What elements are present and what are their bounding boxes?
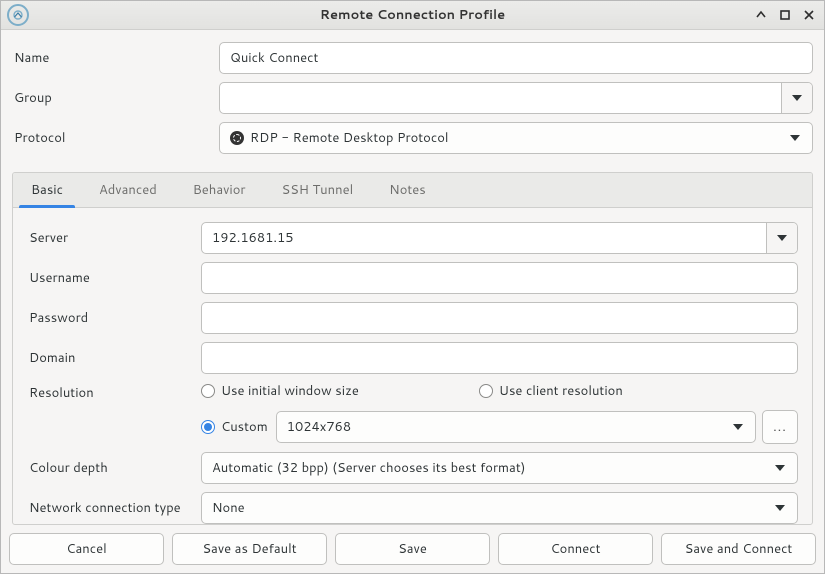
chevron-down-icon: [733, 424, 743, 430]
server-dropdown-button[interactable]: [766, 223, 797, 253]
radio-icon: [201, 420, 215, 434]
radio-custom[interactable]: Custom: [201, 418, 268, 436]
protocol-combo[interactable]: RDP - Remote Desktop Protocol: [219, 122, 813, 154]
save-default-button[interactable]: Save as Default: [172, 533, 327, 565]
window-title: Remote Connection Profile: [1, 6, 824, 24]
name-input[interactable]: [219, 42, 813, 74]
resolution-options: Use initial window size Use client resol…: [201, 382, 798, 444]
tabbar: Basic Advanced Behavior SSH Tunnel Notes: [13, 173, 812, 208]
password-input[interactable]: [201, 302, 798, 334]
colour-label: Colour depth: [27, 459, 201, 477]
name-label: Name: [12, 49, 219, 67]
content: Name Group Protocol RDP - Remote Desktop…: [1, 30, 824, 525]
username-label: Username: [27, 269, 201, 287]
save-button[interactable]: Save: [335, 533, 490, 565]
row-network: Network connection type None: [27, 492, 798, 524]
row-username: Username: [27, 262, 798, 294]
row-group: Group: [12, 82, 813, 114]
radio-icon: [479, 384, 493, 398]
tabpage-basic: Server Username Password: [13, 208, 812, 524]
row-colour: Colour depth Automatic (32 bpp) (Server …: [27, 452, 798, 484]
resolution-more-button[interactable]: ...: [762, 410, 798, 444]
resolution-row1: Use initial window size Use client resol…: [201, 382, 798, 400]
chevron-down-icon: [790, 135, 800, 141]
row-name: Name: [12, 42, 813, 74]
chevron-down-icon: [775, 505, 785, 511]
row-protocol: Protocol RDP - Remote Desktop Protocol: [12, 122, 813, 154]
tab-ssh[interactable]: SSH Tunnel: [264, 173, 372, 207]
domain-input[interactable]: [201, 342, 798, 374]
protocol-value-wrap: RDP - Remote Desktop Protocol: [220, 129, 790, 147]
server-input[interactable]: [202, 223, 766, 253]
colour-value: Automatic (32 bpp) (Server chooses its b…: [202, 459, 775, 477]
resolution-label: Resolution: [27, 382, 201, 402]
server-label: Server: [27, 229, 201, 247]
server-combo[interactable]: [201, 222, 798, 254]
resolution-row2: Custom 1024x768 ...: [201, 410, 798, 444]
tab-behavior[interactable]: Behavior: [175, 173, 264, 207]
domain-label: Domain: [27, 349, 201, 367]
username-input[interactable]: [201, 262, 798, 294]
resolution-value: 1024x768: [277, 418, 733, 436]
resolution-combo[interactable]: 1024x768: [276, 411, 756, 443]
chevron-down-icon: [792, 95, 802, 101]
radio-initial-label: Use initial window size: [221, 382, 359, 400]
rdp-icon: [230, 131, 244, 145]
tab-basic[interactable]: Basic: [13, 173, 81, 207]
actionbar: Cancel Save as Default Save Connect Save…: [1, 525, 824, 573]
close-icon[interactable]: [802, 8, 816, 22]
rollup-icon[interactable]: [754, 8, 768, 22]
chevron-down-icon: [775, 465, 785, 471]
row-resolution: Resolution Use initial window size Use c…: [27, 382, 798, 444]
save-connect-button[interactable]: Save and Connect: [661, 533, 816, 565]
connect-button[interactable]: Connect: [498, 533, 653, 565]
protocol-label: Protocol: [12, 129, 219, 147]
group-dropdown-button[interactable]: [781, 83, 812, 113]
tab-notes[interactable]: Notes: [371, 173, 444, 207]
colour-combo[interactable]: Automatic (32 bpp) (Server chooses its b…: [201, 452, 798, 484]
radio-client-label: Use client resolution: [499, 382, 623, 400]
tab-advanced[interactable]: Advanced: [81, 173, 175, 207]
network-value: None: [202, 499, 775, 517]
cancel-button[interactable]: Cancel: [9, 533, 164, 565]
network-combo[interactable]: None: [201, 492, 798, 524]
app-icon: [7, 4, 29, 26]
group-combo[interactable]: [219, 82, 813, 114]
window: Remote Connection Profile Name Group Pro…: [0, 0, 825, 574]
chevron-down-icon: [777, 235, 787, 241]
password-label: Password: [27, 309, 201, 327]
row-server: Server: [27, 222, 798, 254]
titlebar: Remote Connection Profile: [1, 1, 824, 30]
network-label: Network connection type: [27, 499, 201, 517]
protocol-value: RDP - Remote Desktop Protocol: [250, 129, 448, 147]
maximize-icon[interactable]: [778, 8, 792, 22]
radio-initial[interactable]: Use initial window size: [201, 382, 359, 400]
notebook: Basic Advanced Behavior SSH Tunnel Notes…: [12, 172, 813, 525]
row-domain: Domain: [27, 342, 798, 374]
window-buttons: [754, 8, 816, 22]
radio-custom-label: Custom: [221, 418, 268, 436]
radio-client[interactable]: Use client resolution: [479, 382, 623, 400]
radio-icon: [201, 384, 215, 398]
row-password: Password: [27, 302, 798, 334]
group-label: Group: [12, 89, 219, 107]
